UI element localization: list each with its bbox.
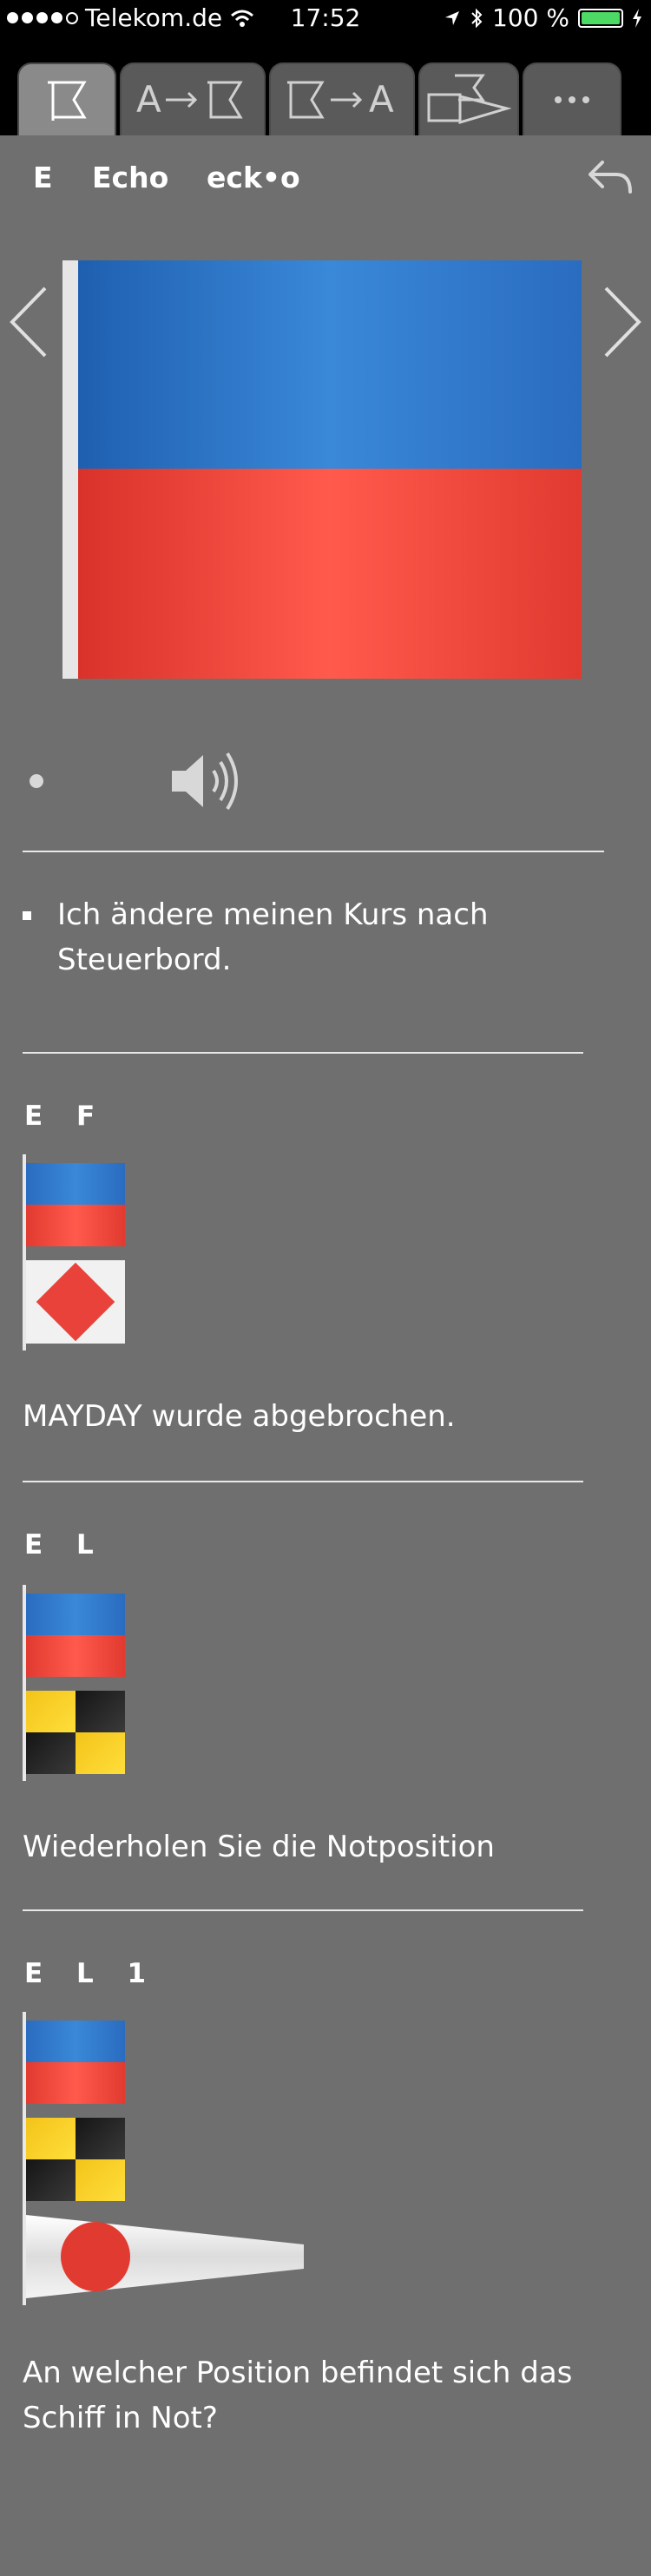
echo-flag-icon	[26, 1594, 125, 1677]
divider	[23, 1052, 583, 1054]
next-arrow-icon[interactable]	[601, 285, 644, 359]
flag-red-stripe	[78, 469, 582, 679]
letter-to-flag-icon: A	[136, 78, 243, 121]
status-bar: Telekom.de 17:52 100 %	[0, 0, 651, 35]
echo-flag-icon	[26, 1163, 125, 1246]
status-right: 100 %	[444, 3, 642, 32]
tab-bar: A A	[0, 35, 651, 135]
flag-word: Echo	[92, 161, 169, 194]
flag-blue-stripe	[78, 260, 582, 469]
shapes-icon	[427, 74, 512, 125]
speaker-icon[interactable]	[170, 746, 248, 816]
audio-row	[0, 746, 651, 816]
lima-flag-icon	[26, 1691, 125, 1774]
bluetooth-icon	[471, 8, 483, 28]
more-icon	[555, 96, 589, 103]
svg-text:A: A	[136, 78, 161, 121]
signal-text: MAYDAY wurde abgebrochen.	[23, 1399, 456, 1434]
tab-shapes[interactable]	[418, 62, 519, 135]
charging-bolt-icon	[633, 8, 641, 28]
flag-letter: E	[33, 161, 53, 194]
flag-header: E Echo eck•o	[0, 161, 651, 213]
foxtrot-flag-icon	[26, 1260, 125, 1344]
echo-flag-icon	[26, 2021, 125, 2104]
pennant-one-flag-icon	[26, 2215, 304, 2298]
signal-text: An welcher Position befindet sich das Sc…	[23, 2356, 573, 2435]
previous-arrow-icon[interactable]	[7, 285, 50, 359]
divider	[23, 1481, 583, 1482]
flag-meaning: Ich ändere meinen Kurs nach Steuerbord.	[57, 897, 489, 977]
morse-dot-icon	[30, 774, 43, 788]
echo-flag-image	[62, 260, 582, 679]
lima-flag-icon	[26, 2118, 125, 2201]
signal-title: E L	[24, 1529, 106, 1561]
tab-flag-to-letter[interactable]: A	[269, 62, 415, 135]
flag-icon	[48, 81, 87, 121]
battery-percent: 100 %	[492, 3, 569, 32]
signal-title: E L 1	[24, 1958, 159, 1989]
back-icon[interactable]	[583, 154, 635, 206]
tab-letter-to-flag[interactable]: A	[120, 62, 266, 135]
flag-phonetic: eck•o	[207, 161, 300, 194]
svg-text:A: A	[369, 78, 394, 121]
flag-pole	[62, 260, 78, 679]
battery-icon	[578, 8, 623, 28]
signal-text: Wiederholen Sie die Notposition	[23, 1830, 495, 1864]
bullet-icon	[23, 911, 31, 920]
divider	[23, 851, 604, 852]
tab-flag[interactable]	[17, 62, 116, 135]
divider	[23, 1909, 583, 1911]
flag-to-letter-icon: A	[287, 78, 394, 121]
location-arrow-icon	[445, 10, 460, 25]
signal-title: E F	[24, 1101, 108, 1132]
tab-more[interactable]	[523, 62, 621, 135]
